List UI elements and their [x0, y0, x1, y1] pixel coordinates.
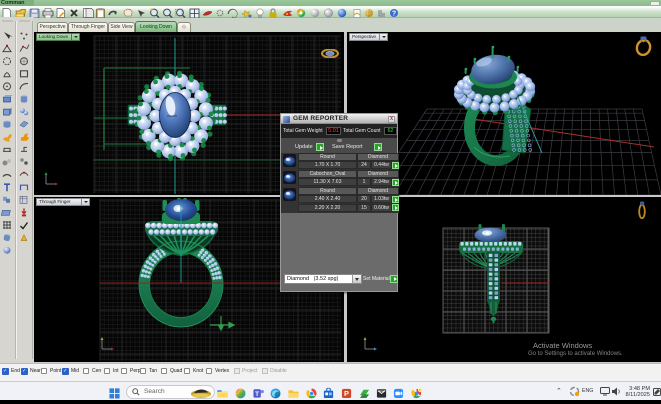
- svg-text:?: ?: [392, 10, 396, 17]
- svg-text:T: T: [255, 390, 259, 397]
- svg-text:P: P: [344, 389, 349, 398]
